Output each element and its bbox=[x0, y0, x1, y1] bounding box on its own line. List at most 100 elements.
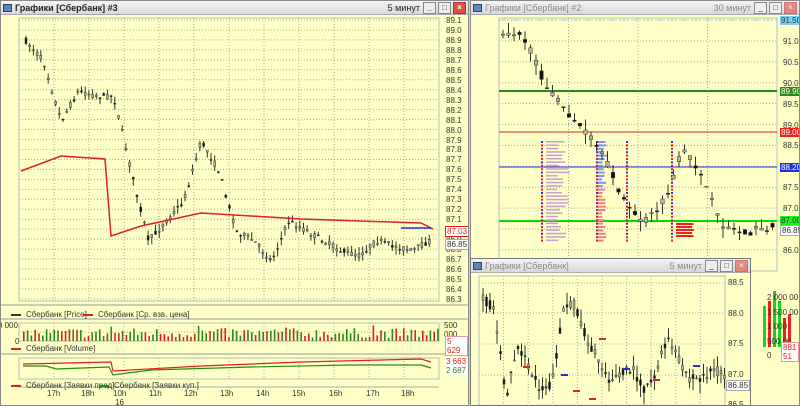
volume-bar bbox=[311, 337, 314, 341]
orderbook-mark bbox=[596, 181, 598, 184]
chart-window-1[interactable]: Графики [Сбербанк] 5 минут _ □ × 88.5 88.… bbox=[470, 258, 751, 406]
legend-volume[interactable]: Сбербанк [Volume] bbox=[11, 344, 95, 353]
orderbook-mark bbox=[596, 232, 598, 235]
candle-body bbox=[534, 376, 537, 380]
orderbook-mark bbox=[671, 212, 673, 215]
orderbook-mark bbox=[626, 168, 628, 171]
orderbook-bar bbox=[598, 232, 606, 235]
candle-body bbox=[146, 235, 150, 241]
candle-body bbox=[320, 240, 324, 243]
volume-bar bbox=[175, 337, 177, 341]
candle-body bbox=[83, 92, 87, 96]
volume-bar bbox=[247, 329, 249, 341]
candle-body bbox=[239, 234, 242, 237]
volume-bar bbox=[403, 328, 405, 341]
orderbook-mark bbox=[541, 158, 543, 160]
orderbook-mark bbox=[671, 236, 673, 239]
orderbook-mark bbox=[626, 181, 628, 184]
volume-bar bbox=[380, 330, 382, 341]
legend-price[interactable]: Сбербанк [Price] bbox=[11, 310, 87, 319]
vwap-price-tag: 87.03 bbox=[445, 226, 468, 237]
volume-bar bbox=[266, 331, 268, 341]
candle-body bbox=[495, 331, 499, 334]
orderbook-mark bbox=[596, 158, 598, 160]
candle-body bbox=[513, 359, 516, 362]
orderbook-text bbox=[546, 151, 566, 153]
orderbook-mark bbox=[596, 198, 598, 201]
volume-bar bbox=[365, 337, 367, 341]
orderbook-mark bbox=[541, 195, 543, 198]
axis-tick-label: 87.9 bbox=[446, 135, 462, 145]
candle-body bbox=[187, 185, 191, 187]
volume-axis-left: 500 000 bbox=[1, 321, 18, 330]
orderbook-mark bbox=[671, 219, 673, 222]
candle-body bbox=[424, 242, 427, 246]
candle-body bbox=[46, 77, 50, 80]
volume-bar bbox=[289, 329, 291, 341]
side-volume-tag: 881 51 bbox=[781, 342, 799, 362]
candle-body bbox=[611, 379, 614, 382]
candle-body bbox=[684, 371, 688, 373]
orderbook-mark bbox=[626, 158, 628, 160]
orderbook-mark bbox=[671, 226, 673, 228]
orderbook-mark bbox=[596, 164, 598, 167]
orderbook-text bbox=[546, 198, 569, 201]
candle-body bbox=[54, 101, 57, 105]
price-chart-5min[interactable] bbox=[471, 259, 751, 406]
volume-bar bbox=[418, 336, 420, 341]
candle-body bbox=[556, 98, 560, 102]
volume-bar bbox=[239, 335, 242, 341]
candle-body bbox=[699, 173, 703, 176]
candle-body bbox=[135, 194, 139, 197]
axis-tick-label: 87.1 bbox=[446, 215, 462, 225]
volume-bar bbox=[167, 336, 169, 341]
orderbook-bar bbox=[676, 226, 693, 228]
time-tick-label: 16h bbox=[329, 389, 343, 398]
candle-body bbox=[677, 156, 681, 162]
orderbook-mark bbox=[596, 195, 598, 198]
orderbook-bar bbox=[598, 212, 603, 215]
candle-body bbox=[604, 372, 607, 375]
candle-body bbox=[117, 115, 120, 119]
orderbook-text bbox=[546, 144, 559, 146]
candle-body bbox=[501, 33, 505, 36]
candle-body bbox=[194, 158, 198, 160]
candle-body bbox=[124, 147, 128, 150]
legend-vwap[interactable]: Сбербанк [Ср. взв. цена] bbox=[83, 310, 190, 319]
candle-body bbox=[642, 386, 646, 393]
candle-body bbox=[622, 197, 626, 200]
candle-body bbox=[35, 51, 39, 56]
candle-body bbox=[548, 381, 551, 390]
date-label: 16 bbox=[115, 398, 124, 406]
orderbook-mark bbox=[626, 202, 628, 205]
orderbook-text bbox=[546, 141, 565, 143]
volume-bar bbox=[34, 329, 36, 341]
candle-body bbox=[176, 205, 179, 208]
volume-bar bbox=[228, 336, 230, 341]
volume-bar bbox=[156, 329, 158, 341]
orderbook-mark bbox=[541, 147, 543, 150]
candle-body bbox=[578, 123, 582, 127]
orderbook-text bbox=[546, 192, 563, 194]
orderbook-mark bbox=[596, 239, 598, 242]
candle-body bbox=[405, 249, 409, 251]
orderbook-mark bbox=[671, 181, 673, 184]
volume-bar bbox=[399, 336, 401, 341]
axis-tick-label: 89.1 bbox=[446, 16, 462, 25]
candle-body bbox=[544, 386, 548, 389]
orderbook-mark bbox=[626, 239, 628, 242]
orderbook-bar bbox=[598, 195, 603, 198]
volume-bar bbox=[178, 333, 181, 341]
orderbook-bar bbox=[598, 141, 606, 143]
candle-body bbox=[520, 351, 523, 356]
volume-bar bbox=[285, 327, 287, 341]
axis-tick-label: 86.6 bbox=[446, 265, 462, 274]
chart-window-3[interactable]: Графики [Сбербанк] #3 5 минут _ □ × 89.1… bbox=[0, 0, 469, 406]
volume-bar bbox=[99, 329, 101, 341]
orderbook-mark bbox=[626, 215, 628, 218]
orderbook-text bbox=[546, 181, 564, 184]
orderbook-mark bbox=[671, 154, 673, 157]
orderbook-bar bbox=[598, 147, 604, 150]
candle-body bbox=[704, 185, 709, 188]
orderbook-mark bbox=[541, 171, 543, 174]
